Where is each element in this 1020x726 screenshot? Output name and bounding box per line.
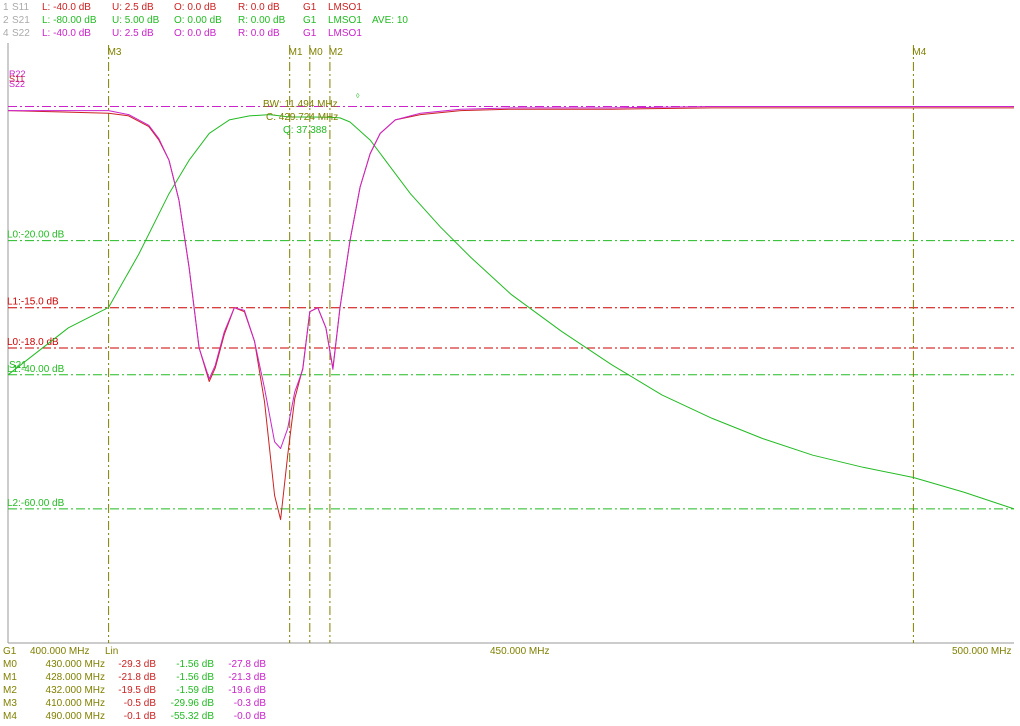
marker-s21-value: -1.56 dB [176, 659, 214, 670]
marker-label-m2: M2 [329, 47, 343, 58]
header-s22-ref: R: 0.0 dB [238, 28, 280, 39]
marker-s22-value: -19.6 dB [228, 685, 266, 696]
marker-s22-value: -21.3 dB [228, 672, 266, 683]
marker-lines: M0 M1 M2 M3 M4 [108, 45, 927, 643]
marker-name: M1 [3, 672, 17, 683]
trace-s21[interactable] [7, 114, 1015, 510]
header-s11-upper: U: 2.5 dB [112, 2, 154, 13]
header-s21-id: 2 [3, 15, 9, 26]
limit-lines: L0:-20.00 dBL1:-15.0 dBL0:-18.0 dBL1:-40… [7, 106, 1014, 510]
header-row-s11[interactable]: 1 S11 L: -40.0 dB U: 2.5 dB O: 0.0 dB R:… [3, 2, 362, 13]
marker-label-m3: M3 [108, 47, 122, 58]
footer-group: G1 [3, 646, 17, 657]
header-s21-lower: L: -80.00 dB [42, 15, 97, 26]
header-s22-name: S22 [12, 28, 30, 39]
trace-s22[interactable] [8, 106, 1014, 449]
marker-name: M0 [3, 659, 17, 670]
header-s11-id: 1 [3, 2, 9, 13]
marker-label-m1: M1 [289, 47, 303, 58]
bw-value: BW: 11.494 MHz [263, 99, 338, 110]
marker-frequency: 430.000 MHz [46, 659, 105, 670]
bandwidth-annotation: BW: 11.494 MHz C: 429.724 MHz Q: 37.388 … [263, 93, 360, 136]
header-s11-source: LMSO1 [328, 2, 362, 13]
marker-table: M0 430.000 MHz -29.3 dB -1.56 dB -27.8 dB M1 4… [3, 659, 266, 722]
center-frequency[interactable]: 450.000 MHz [490, 646, 549, 657]
limit-label-0: L0:-20.00 dB [7, 230, 65, 241]
network-analyzer-chart: 1 S11 L: -40.0 dB U: 2.5 dB O: 0.0 dB R:… [3, 2, 1015, 722]
header-s21-name: S21 [12, 15, 30, 26]
marker-s21-value: -55.32 dB [171, 711, 215, 722]
traces [7, 106, 1015, 521]
header-s21-group: G1 [303, 15, 317, 26]
limit-label-4: L2:-60.00 dB [7, 498, 65, 509]
header-s21-offset: O: 0.00 dB [174, 15, 222, 26]
header-s11-group: G1 [303, 2, 317, 13]
marker-row-m0[interactable]: M0 430.000 MHz -29.3 dB -1.56 dB -27.8 dB [3, 659, 266, 670]
trace-s11[interactable] [7, 107, 1014, 521]
marker-s22-value: -27.8 dB [228, 659, 266, 670]
marker-s22-value: -0.3 dB [234, 698, 267, 709]
annotation-symbol: ◊ [356, 93, 360, 100]
marker-s11-value: -0.5 dB [124, 698, 157, 709]
header-s21-upper: U: 5.00 dB [112, 15, 160, 26]
marker-s21-value: -1.56 dB [176, 672, 214, 683]
header-s22-offset: O: 0.0 dB [174, 28, 217, 39]
header-s21-ref: R: 0.00 dB [238, 15, 286, 26]
scale-mode[interactable]: Lin [105, 646, 118, 657]
header-s22-source: LMSO1 [328, 28, 362, 39]
marker-row-m4[interactable]: M4 490.000 MHz -0.1 dB -55.32 dB -0.0 dB [3, 711, 266, 722]
trace-label-s22: S22 [9, 79, 25, 89]
header-s22-group: G1 [303, 28, 317, 39]
marker-name: M4 [3, 711, 17, 722]
trace-labels: R22 S11 S22 S21 [9, 69, 27, 371]
header-s22-upper: U: 2.5 dB [112, 28, 154, 39]
marker-s11-value: -19.5 dB [118, 685, 156, 696]
limit-label-1: L1:-15.0 dB [7, 297, 59, 308]
marker-frequency: 432.000 MHz [46, 685, 105, 696]
marker-s11-value: -29.3 dB [118, 659, 156, 670]
marker-s21-value: -29.96 dB [171, 698, 215, 709]
footer: G1 400.000 MHz Lin 450.000 MHz 500.000 M… [3, 646, 1011, 722]
stop-frequency[interactable]: 500.000 MHz [952, 646, 1011, 657]
header-s11-lower: L: -40.0 dB [42, 2, 91, 13]
marker-s11-value: -21.8 dB [118, 672, 156, 683]
header-s11-name: S11 [12, 2, 29, 13]
marker-name: M2 [3, 685, 17, 696]
header-s22-id: 4 [3, 28, 9, 39]
header-row-s21[interactable]: 2 S21 L: -80.00 dB U: 5.00 dB O: 0.00 dB… [3, 15, 408, 26]
marker-label-m0: M0 [309, 47, 323, 58]
center-freq-value: C: 429.724 MHz [266, 112, 338, 123]
marker-s22-value: -0.0 dB [234, 711, 267, 722]
header-s22-lower: L: -40.0 dB [42, 28, 91, 39]
header-s21-source: LMSO1 [328, 15, 362, 26]
limit-label-2: L0:-18.0 dB [7, 337, 59, 348]
marker-s21-value: -1.59 dB [176, 685, 214, 696]
header-row-s22[interactable]: 4 S22 L: -40.0 dB U: 2.5 dB O: 0.0 dB R:… [3, 28, 362, 39]
marker-s11-value: -0.1 dB [124, 711, 157, 722]
marker-label-m4: M4 [912, 47, 926, 58]
marker-name: M3 [3, 698, 17, 709]
marker-frequency: 410.000 MHz [46, 698, 105, 709]
header-s11-ref: R: 0.0 dB [238, 2, 280, 13]
start-frequency[interactable]: 400.000 MHz [30, 646, 89, 657]
marker-row-m3[interactable]: M3 410.000 MHz -0.5 dB -29.96 dB -0.3 dB [3, 698, 266, 709]
marker-frequency: 490.000 MHz [46, 711, 105, 722]
q-value: Q: 37.388 [283, 125, 327, 136]
marker-frequency: 428.000 MHz [46, 672, 105, 683]
trace-header: 1 S11 L: -40.0 dB U: 2.5 dB O: 0.0 dB R:… [3, 2, 408, 39]
header-s11-offset: O: 0.0 dB [174, 2, 217, 13]
trace-label-s21: S21 [9, 360, 27, 371]
marker-row-m2[interactable]: M2 432.000 MHz -19.5 dB -1.59 dB -19.6 dB [3, 685, 266, 696]
plot-area[interactable]: L0:-20.00 dBL1:-15.0 dBL0:-18.0 dBL1:-40… [7, 43, 1015, 644]
header-s21-average: AVE: 10 [372, 15, 408, 26]
marker-row-m1[interactable]: M1 428.000 MHz -21.8 dB -1.56 dB -21.3 dB [3, 672, 266, 683]
